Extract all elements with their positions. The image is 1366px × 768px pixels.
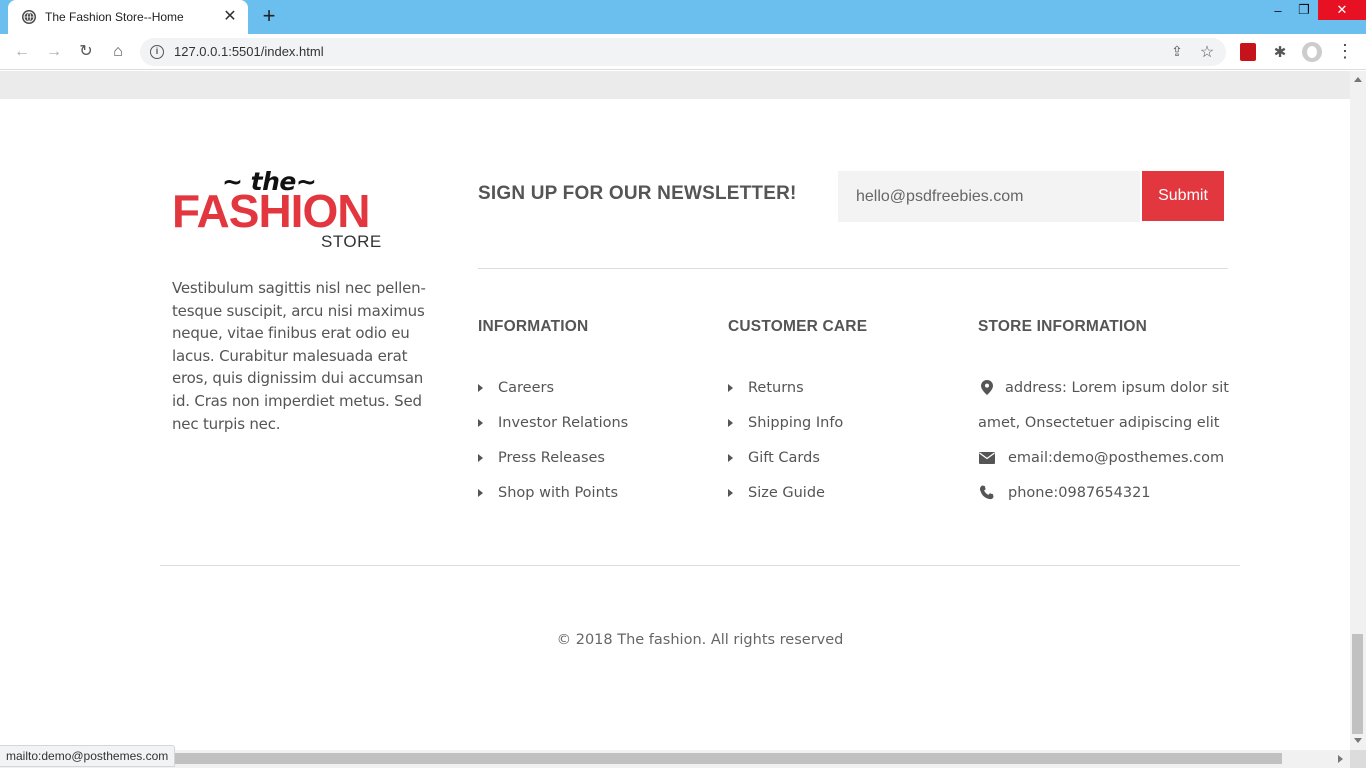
customer-care-link-returns[interactable]: Returns bbox=[728, 370, 843, 405]
back-button[interactable]: ← bbox=[12, 42, 32, 62]
copyright-text: © 2018 The fashion. All rights reserved bbox=[556, 632, 844, 648]
restore-window-button[interactable]: ❐ bbox=[1292, 0, 1316, 20]
caret-right-icon bbox=[478, 488, 483, 497]
globe-icon bbox=[22, 10, 36, 24]
address-row: address: Lorem ipsum dolor sit bbox=[978, 370, 1238, 405]
newsletter-submit-button[interactable]: Submit bbox=[1142, 171, 1224, 221]
information-link-shop-with-points[interactable]: Shop with Points bbox=[478, 475, 628, 510]
browser-tab-bar: The Fashion Store--Home ✕ + ‒ ❐ ✕ bbox=[0, 0, 1366, 34]
email-link[interactable]: email:demo@posthemes.com bbox=[1008, 450, 1224, 466]
browser-toolbar: ← → ↻ ⌂ i 127.0.0.1:5501/index.html ⇪ ☆ bbox=[0, 34, 1366, 70]
link-label: Gift Cards bbox=[748, 449, 820, 466]
home-button[interactable]: ⌂ bbox=[108, 42, 128, 62]
divider bbox=[478, 268, 1228, 269]
caret-right-icon bbox=[478, 383, 483, 392]
close-tab-icon[interactable]: ✕ bbox=[222, 9, 238, 25]
address-row-continued: amet, Onsectetuer adipiscing elit bbox=[978, 405, 1238, 440]
vertical-scrollbar[interactable] bbox=[1350, 71, 1366, 750]
page-viewport: ~ the~ FASHION STORE Vestibulum sagittis… bbox=[0, 71, 1350, 750]
site-info-icon[interactable]: i bbox=[150, 45, 164, 59]
caret-right-icon bbox=[728, 418, 733, 427]
newsletter-email-input[interactable] bbox=[838, 171, 1140, 222]
address-line-1: address: Lorem ipsum dolor sit bbox=[1005, 379, 1229, 396]
envelope-icon bbox=[978, 449, 996, 467]
extensions-puzzle-icon[interactable]: ✱ bbox=[1271, 43, 1289, 61]
link-label: Returns bbox=[748, 379, 804, 396]
store-information-list: address: Lorem ipsum dolor sit amet, Ons… bbox=[978, 370, 1238, 510]
horizontal-scrollbar[interactable] bbox=[0, 750, 1350, 768]
email-row[interactable]: email:demo@posthemes.com bbox=[978, 440, 1238, 475]
scroll-up-arrow-icon[interactable] bbox=[1354, 77, 1362, 82]
customer-care-link-gift-cards[interactable]: Gift Cards bbox=[728, 440, 843, 475]
information-list: Careers Investor Relations Press Release… bbox=[478, 370, 628, 510]
customer-care-heading: CUSTOMER CARE bbox=[728, 318, 868, 335]
vertical-scroll-thumb[interactable] bbox=[1352, 634, 1363, 734]
customer-care-link-size-guide[interactable]: Size Guide bbox=[728, 475, 843, 510]
store-information-heading: STORE INFORMATION bbox=[978, 318, 1148, 335]
new-tab-button[interactable]: + bbox=[258, 5, 280, 28]
tab-title: The Fashion Store--Home bbox=[45, 10, 184, 24]
link-label: Size Guide bbox=[748, 484, 825, 501]
profile-avatar[interactable] bbox=[1302, 42, 1322, 62]
phone-icon bbox=[978, 484, 996, 502]
map-marker-icon bbox=[978, 379, 996, 397]
forward-button[interactable]: → bbox=[44, 42, 64, 62]
information-link-investor-relations[interactable]: Investor Relations bbox=[478, 405, 628, 440]
minimize-window-button[interactable]: ‒ bbox=[1266, 0, 1290, 20]
horizontal-scroll-thumb[interactable] bbox=[172, 753, 1282, 764]
bookmark-star-icon[interactable]: ☆ bbox=[1198, 42, 1216, 61]
scroll-right-arrow-icon[interactable] bbox=[1338, 755, 1343, 763]
link-status-bar: mailto:demo@posthemes.com bbox=[0, 745, 176, 767]
section-divider-band bbox=[0, 71, 1350, 99]
address-line-2: amet, Onsectetuer adipiscing elit bbox=[978, 414, 1220, 431]
about-text: Vestibulum sagittis nisl nec pellen-tesq… bbox=[172, 279, 426, 433]
reload-button[interactable]: ↻ bbox=[76, 42, 96, 62]
caret-right-icon bbox=[728, 453, 733, 462]
link-label: Shipping Info bbox=[748, 414, 844, 431]
link-label: Careers bbox=[498, 379, 555, 396]
fashion-store-logo[interactable]: ~ the~ FASHION STORE bbox=[172, 167, 386, 251]
caret-right-icon bbox=[478, 418, 483, 427]
browser-menu-icon[interactable]: ⋮ bbox=[1336, 42, 1354, 62]
link-label: Press Releases bbox=[498, 449, 605, 466]
information-link-press-releases[interactable]: Press Releases bbox=[478, 440, 628, 475]
url-text: 127.0.0.1:5501/index.html bbox=[174, 44, 324, 59]
customer-care-link-shipping-info[interactable]: Shipping Info bbox=[728, 405, 843, 440]
scrollbar-corner bbox=[1350, 750, 1366, 768]
phone-text: phone:0987654321 bbox=[1008, 484, 1151, 501]
caret-right-icon bbox=[728, 383, 733, 392]
scroll-down-arrow-icon[interactable] bbox=[1354, 738, 1362, 743]
caret-right-icon bbox=[478, 453, 483, 462]
link-label: Investor Relations bbox=[498, 414, 629, 431]
logo-fashion: FASHION bbox=[172, 185, 370, 237]
link-label: Shop with Points bbox=[498, 484, 619, 501]
phone-row: phone:0987654321 bbox=[978, 475, 1238, 510]
close-window-button[interactable]: ✕ bbox=[1318, 0, 1366, 20]
browser-tab[interactable]: The Fashion Store--Home ✕ bbox=[8, 0, 248, 34]
footer-divider bbox=[160, 565, 1240, 566]
customer-care-list: Returns Shipping Info Gift Cards Size Gu… bbox=[728, 370, 843, 510]
pdf-extension-icon[interactable] bbox=[1240, 43, 1256, 61]
logo-store: STORE bbox=[321, 232, 382, 251]
information-link-careers[interactable]: Careers bbox=[478, 370, 628, 405]
information-heading: INFORMATION bbox=[478, 318, 589, 335]
share-icon[interactable]: ⇪ bbox=[1168, 43, 1186, 61]
caret-right-icon bbox=[728, 488, 733, 497]
address-bar[interactable]: i 127.0.0.1:5501/index.html ⇪ ☆ bbox=[140, 38, 1226, 66]
newsletter-title: SIGN UP FOR OUR NEWSLETTER! bbox=[478, 183, 797, 204]
